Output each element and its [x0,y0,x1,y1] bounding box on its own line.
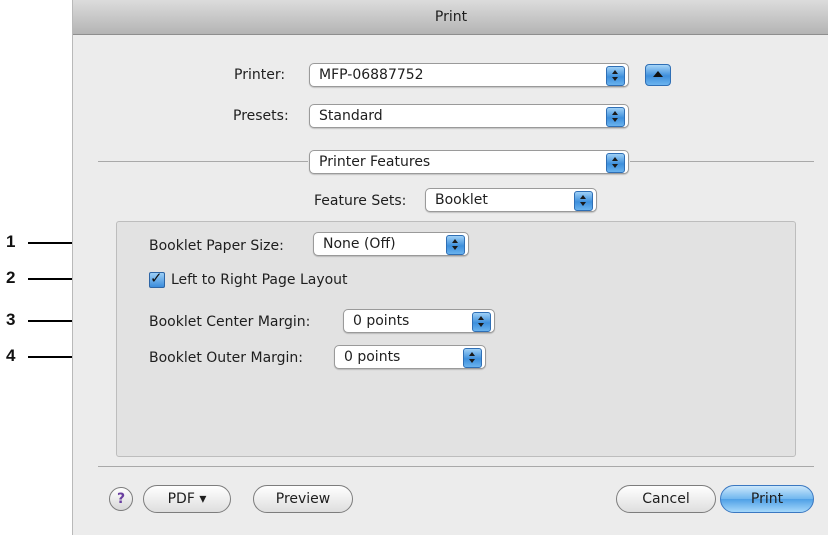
printer-label: Printer: [234,67,286,83]
callout-number: 1 [6,232,16,251]
updown-arrows-icon [606,153,625,173]
booklet-center-margin-value: 0 points [353,313,410,329]
feature-sets-label: Feature Sets: [314,193,407,209]
feature-options-panel [116,221,796,457]
window-title: Print [434,9,468,25]
callout-number: 4 [6,346,16,365]
left-to-right-checkbox[interactable]: ✓ [149,269,165,288]
presets-select[interactable]: Standard [309,104,629,128]
booklet-center-margin-label: Booklet Center Margin: [149,314,311,330]
callout-number: 3 [6,310,16,329]
booklet-outer-margin-label: Booklet Outer Margin: [149,350,304,366]
pane-separator-right [630,161,814,162]
booklet-outer-margin-value: 0 points [344,349,401,365]
presets-value: Standard [319,108,383,124]
title-bar: Print [73,0,828,35]
print-dialog: Print Printer: MFP-06887752 Presets: Sta… [72,0,828,535]
pane-separator-left [98,161,308,162]
callout-number: 2 [6,268,16,287]
feature-sets-value: Booklet [435,192,488,208]
left-to-right-label: Left to Right Page Layout [171,272,348,288]
updown-arrows-icon [463,348,482,368]
feature-sets-select[interactable]: Booklet [425,188,597,212]
pdf-button[interactable]: PDF ▾ [143,485,231,513]
print-button[interactable]: Print [720,485,814,513]
updown-arrows-icon [606,107,625,127]
printer-select[interactable]: MFP-06887752 [309,63,629,87]
updown-arrows-icon [606,66,625,86]
bottom-separator [98,466,814,467]
printer-value: MFP-06887752 [319,67,424,83]
cancel-button[interactable]: Cancel [616,485,716,513]
disclosure-triangle-icon[interactable] [645,64,671,86]
pane-select-value: Printer Features [319,154,431,170]
booklet-center-margin-select[interactable]: 0 points [343,309,495,333]
updown-arrows-icon [472,312,491,332]
preview-button[interactable]: Preview [253,485,353,513]
booklet-paper-size-select[interactable]: None (Off) [313,232,469,256]
checkmark-icon: ✓ [150,269,163,287]
pane-select[interactable]: Printer Features [309,150,629,174]
updown-arrows-icon [574,191,593,211]
booklet-paper-size-label: Booklet Paper Size: [149,238,284,254]
updown-arrows-icon [446,235,465,255]
booklet-outer-margin-select[interactable]: 0 points [334,345,486,369]
presets-label: Presets: [233,108,289,124]
help-button[interactable]: ? [109,487,133,511]
booklet-paper-size-value: None (Off) [323,236,396,252]
